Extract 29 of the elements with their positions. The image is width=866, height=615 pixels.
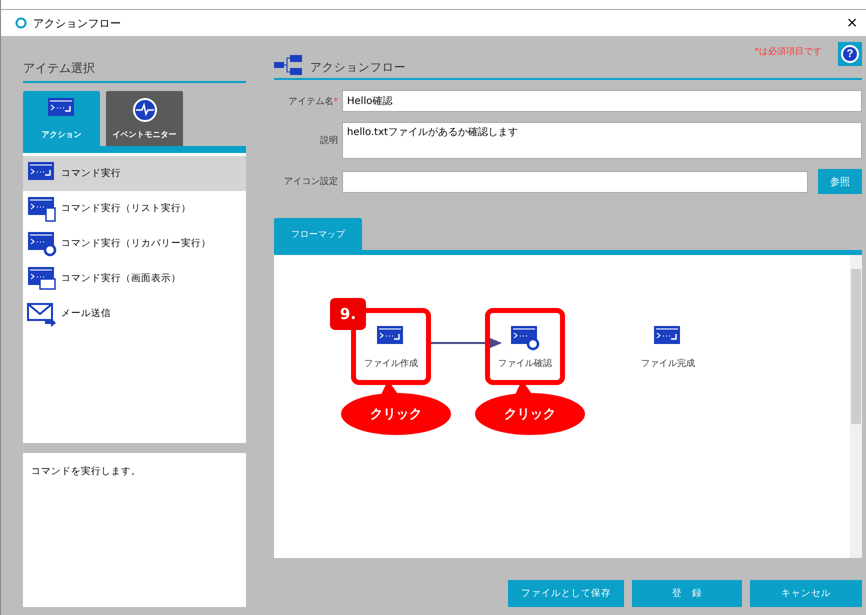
pulse-icon bbox=[132, 97, 158, 123]
field-label: 説明 bbox=[319, 134, 338, 147]
section-title: アクションフロー bbox=[310, 60, 406, 75]
help-button[interactable]: ? bbox=[838, 42, 862, 66]
input-field[interactable]: Hello確認 bbox=[342, 90, 862, 112]
field-label: アイテム名* bbox=[288, 96, 338, 108]
node-label[interactable]: ファイル完成 bbox=[641, 357, 695, 370]
window-title: アクションフロー bbox=[33, 16, 122, 30]
input-field[interactable] bbox=[342, 170, 808, 192]
list-item[interactable]: コマンド実行 bbox=[23, 156, 246, 191]
node-label[interactable]: ファイル確認 bbox=[498, 357, 552, 370]
terminal-icon bbox=[27, 230, 57, 256]
terminal-icon bbox=[27, 266, 57, 292]
field-label: アイコン設定 bbox=[283, 176, 338, 188]
connector-arrow bbox=[430, 338, 502, 348]
required-note: *は必須項目です bbox=[754, 46, 822, 58]
flow-icon bbox=[274, 55, 302, 75]
description-text: コマンドを実行します。 bbox=[23, 453, 246, 607]
input-field[interactable]: hello.txtファイルがあるか確認します bbox=[342, 122, 862, 159]
scrollbar[interactable] bbox=[850, 255, 862, 558]
terminal-icon bbox=[27, 196, 57, 222]
step-badge: 9. bbox=[330, 298, 366, 330]
envelope-icon bbox=[27, 300, 57, 326]
section-title: アイテム選択 bbox=[23, 50, 246, 83]
node-label[interactable]: ファイル作成 bbox=[364, 357, 418, 370]
flow-node-icon bbox=[510, 325, 540, 351]
category-tab[interactable]: イベントモニター bbox=[106, 91, 183, 146]
close-button[interactable]: × bbox=[846, 15, 858, 31]
app-logo-icon bbox=[15, 17, 27, 29]
